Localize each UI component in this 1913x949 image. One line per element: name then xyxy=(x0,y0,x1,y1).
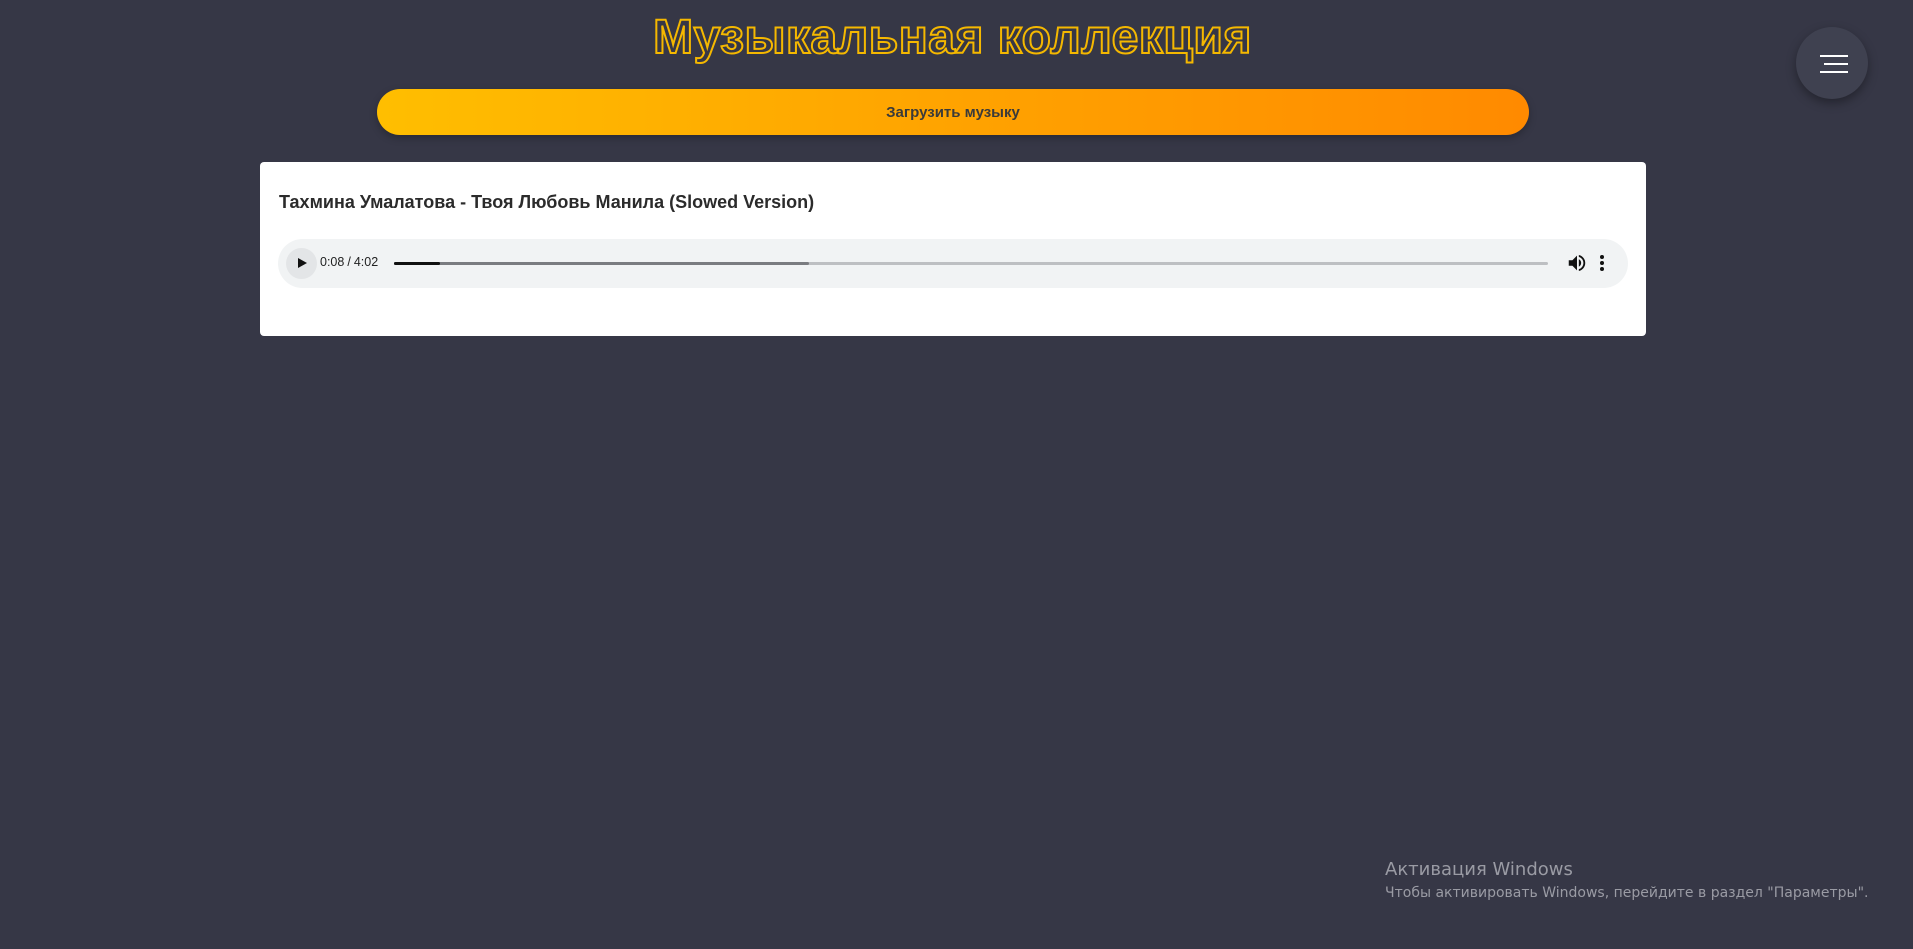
track-title: Тахмина Умалатова - Твоя Любовь Манила (… xyxy=(279,192,815,212)
play-button[interactable] xyxy=(286,248,317,279)
more-options-icon xyxy=(1600,255,1604,271)
track-card: Тахмина Умалатова - Твоя Любовь Манила (… xyxy=(260,162,1646,336)
audio-player: 0:08/4:02 xyxy=(278,239,1628,288)
more-options-button[interactable] xyxy=(1596,252,1608,274)
menu-button[interactable] xyxy=(1796,27,1868,99)
page: Музыкальная коллекция Загрузить музыку Т… xyxy=(0,0,1913,949)
current-time: 0:08 xyxy=(320,255,345,269)
windows-activation-watermark: Активация Windows Чтобы активировать Win… xyxy=(1385,858,1868,904)
upload-music-button[interactable]: Загрузить музыку xyxy=(377,89,1529,135)
volume-icon xyxy=(1568,254,1586,272)
time-readout: 0:08/4:02 xyxy=(320,255,378,269)
seek-slider[interactable] xyxy=(394,262,1548,265)
page-title: Музыкальная коллекция xyxy=(652,10,1252,65)
seek-buffered xyxy=(394,262,810,265)
watermark-subtitle: Чтобы активировать Windows, перейдите в … xyxy=(1385,885,1869,901)
time-separator: / xyxy=(347,255,351,269)
watermark-title: Активация Windows xyxy=(1385,859,1573,880)
seek-played xyxy=(394,262,441,265)
duration: 4:02 xyxy=(353,255,379,269)
volume-button[interactable] xyxy=(1566,252,1588,274)
play-icon xyxy=(298,258,307,268)
